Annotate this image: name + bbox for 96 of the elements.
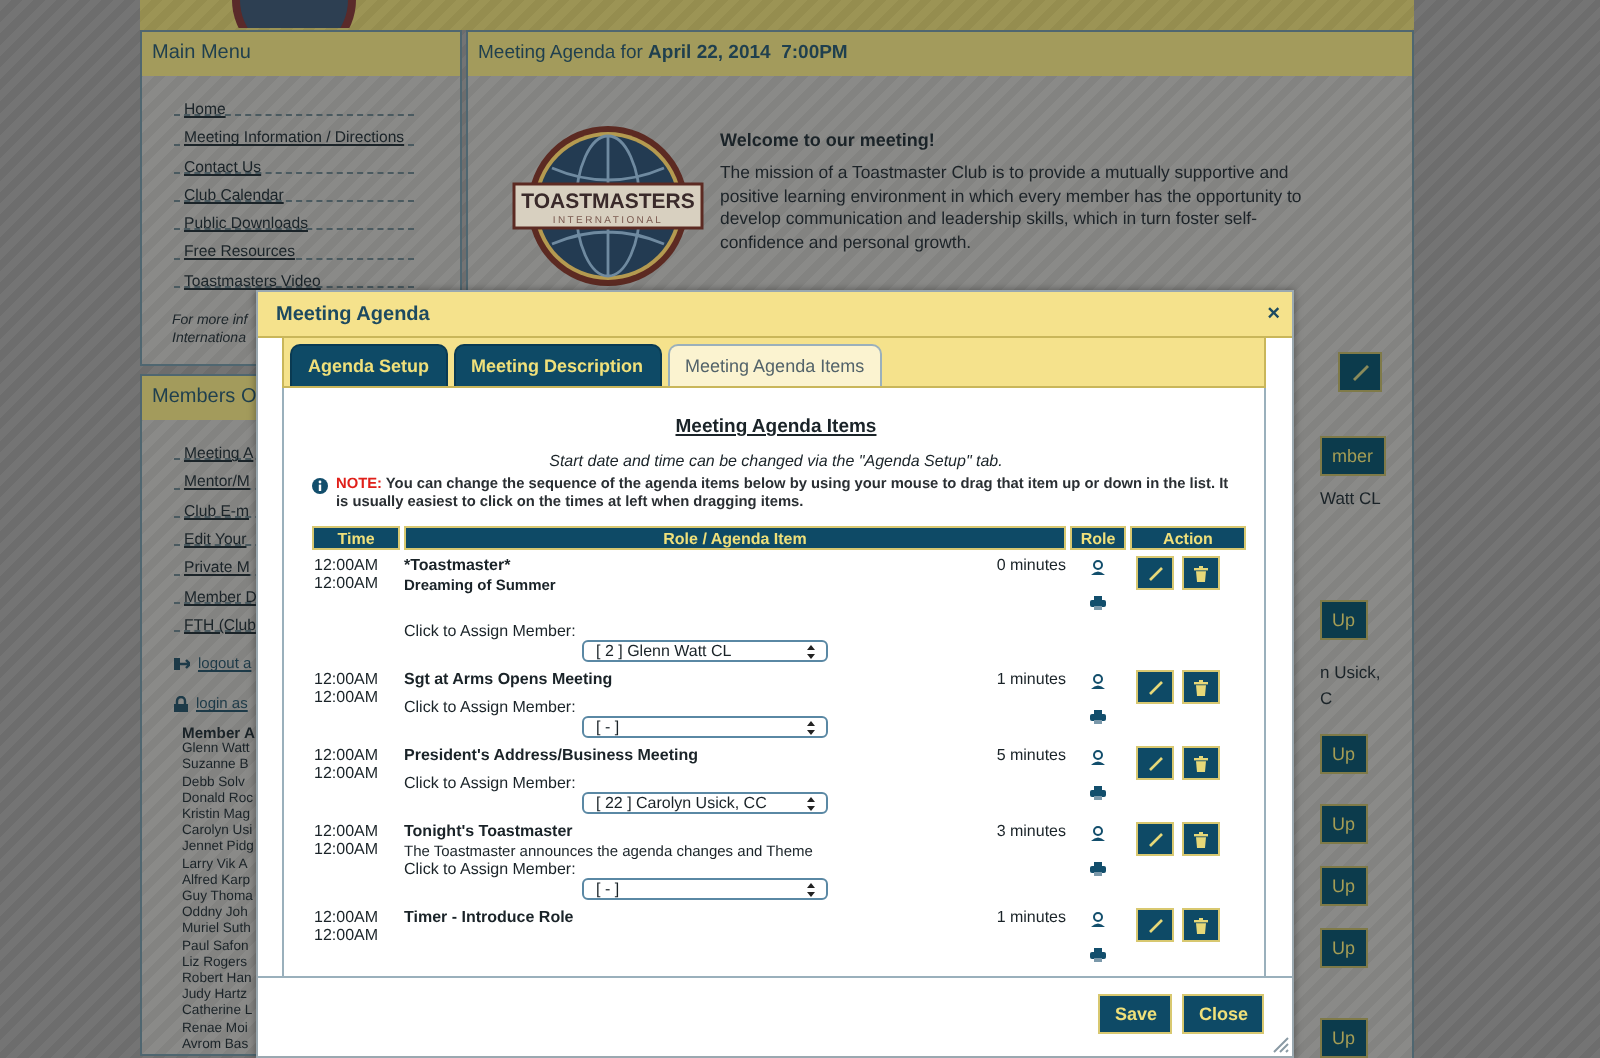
edit-button[interactable] <box>1136 822 1174 857</box>
tab[interactable]: Agenda Setup <box>290 344 448 386</box>
updown-arrows-icon <box>806 881 816 898</box>
trash-icon <box>1194 679 1208 696</box>
item-title: Timer - Introduce Role <box>404 908 574 929</box>
updown-arrows-icon <box>806 795 816 812</box>
member-text: n Usick, <box>1320 662 1381 682</box>
lock-icon <box>174 695 188 712</box>
person-icon[interactable] <box>1090 826 1106 843</box>
edit-button[interactable] <box>1136 670 1174 705</box>
updown-arrows-icon <box>806 643 816 660</box>
pencil-icon <box>1351 363 1369 381</box>
column-header: Role / Agenda Item <box>404 526 1066 551</box>
end-time: 12:00AM <box>314 688 381 707</box>
edit-button[interactable] <box>1136 556 1174 591</box>
strip-button[interactable]: Up <box>1320 734 1368 774</box>
strip-button[interactable]: Up <box>1320 866 1368 906</box>
strip-button[interactable]: mber <box>1320 436 1386 476</box>
pencil-icon <box>1147 679 1163 696</box>
section-heading: Meeting Agenda Items <box>673 416 879 438</box>
item-title: Sgt at Arms Opens Meeting <box>404 670 613 691</box>
trash-icon <box>1194 917 1208 934</box>
assign-label: Click to Assign Member: <box>404 774 578 795</box>
printer-icon[interactable] <box>1090 786 1106 801</box>
info-icon <box>312 478 328 494</box>
edit-button[interactable] <box>1136 908 1174 943</box>
start-time: 12:00AM <box>314 746 381 765</box>
delete-button[interactable] <box>1182 556 1220 591</box>
person-icon[interactable] <box>1090 560 1106 577</box>
duration-text: 5 minutes <box>996 746 1066 767</box>
dialog-title: Meeting Agenda <box>276 303 430 325</box>
item-title: *Toastmaster* <box>404 556 511 577</box>
delete-button[interactable] <box>1182 822 1220 857</box>
edit-button[interactable] <box>1136 746 1174 781</box>
start-time: 12:00AM <box>314 556 381 575</box>
assign-label: Click to Assign Member: <box>404 860 578 881</box>
trash-icon <box>1194 831 1208 848</box>
strip-button[interactable]: Up <box>1320 600 1368 640</box>
assign-label: Click to Assign Member: <box>404 698 578 719</box>
person-icon[interactable] <box>1090 912 1106 929</box>
strip-button[interactable]: Up <box>1320 804 1368 844</box>
duration-text: 3 minutes <box>996 822 1066 843</box>
tab[interactable]: Meeting Description <box>453 344 662 386</box>
member-text: Watt CL <box>1320 488 1381 508</box>
printer-icon[interactable] <box>1090 862 1106 877</box>
dialog-button[interactable]: Close <box>1182 994 1264 1034</box>
person-icon[interactable] <box>1090 674 1106 691</box>
start-time: 12:00AM <box>314 670 381 689</box>
column-header: Role <box>1070 526 1126 551</box>
end-time: 12:00AM <box>314 574 381 593</box>
printer-icon[interactable] <box>1090 596 1106 611</box>
member-select[interactable]: [ 2 ] Glenn Watt CL <box>582 640 828 663</box>
updown-arrows-icon <box>806 719 816 736</box>
member-select[interactable]: [ 22 ] Carolyn Usick, CC <box>582 792 828 815</box>
column-header: Action <box>1130 526 1246 551</box>
trash-icon <box>1194 565 1208 582</box>
delete-button[interactable] <box>1182 746 1220 781</box>
hint-text: Start date and time can be changed via the "Agenda Setup" tab. <box>547 452 1005 470</box>
tab[interactable]: Meeting Agenda Items <box>667 344 883 386</box>
printer-icon[interactable] <box>1090 710 1106 725</box>
member-select[interactable]: [ - ] <box>582 878 828 901</box>
resize-grip-icon[interactable] <box>1272 1036 1290 1054</box>
end-time: 12:00AM <box>314 840 381 859</box>
logo-text: TOASTMASTERS <box>521 190 695 214</box>
item-title: President's Address/Business Meeting <box>404 746 698 767</box>
printer-icon[interactable] <box>1090 948 1106 963</box>
start-time: 12:00AM <box>314 822 381 841</box>
strip-button[interactable]: Up <box>1320 1018 1368 1058</box>
pencil-icon <box>1147 565 1163 582</box>
panel-title: Meeting Agenda for April 22, 2014 7:00PM <box>468 32 1412 76</box>
pencil-icon <box>1147 917 1163 934</box>
dialog-button[interactable]: Save <box>1098 994 1173 1034</box>
pencil-icon <box>1147 831 1163 848</box>
globe-icon <box>512 126 704 286</box>
duration-text: 1 minutes <box>996 670 1066 691</box>
mission-text: The mission of a Toastmaster Club is to provide a mutually supportive and positive learning environment in which every member has the opportunity to develop communication and leadership skills, which in turn foster self-confidence and personal growth. <box>720 162 1304 254</box>
logout-icon <box>174 655 190 672</box>
pencil-icon <box>1147 755 1163 772</box>
item-title: Tonight's Toastmaster <box>404 822 573 843</box>
column-header: Time <box>312 526 400 551</box>
duration-text: 0 minutes <box>996 556 1066 577</box>
close-button[interactable]: × <box>1267 303 1280 325</box>
delete-button[interactable] <box>1182 908 1220 943</box>
strip-button[interactable]: Up <box>1320 928 1368 968</box>
end-time: 12:00AM <box>314 926 381 945</box>
member-text: C <box>1320 688 1333 708</box>
start-time: 12:00AM <box>314 908 381 927</box>
duration-text: 1 minutes <box>996 908 1066 929</box>
member-select[interactable]: [ - ] <box>582 716 828 739</box>
welcome-heading: Welcome to our meeting! <box>720 130 937 150</box>
delete-button[interactable] <box>1182 670 1220 705</box>
assign-label: Click to Assign Member: <box>404 622 578 643</box>
trash-icon <box>1194 755 1208 772</box>
panel-title: Main Menu <box>142 32 460 76</box>
person-icon[interactable] <box>1090 750 1106 767</box>
end-time: 12:00AM <box>314 764 381 783</box>
